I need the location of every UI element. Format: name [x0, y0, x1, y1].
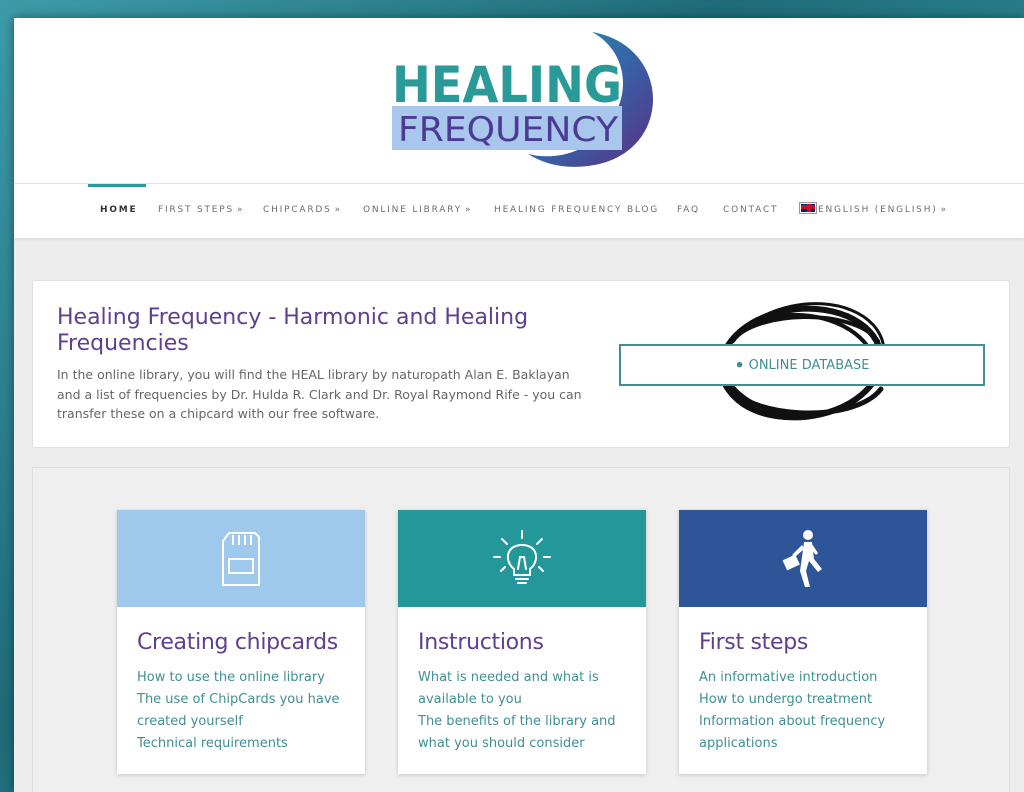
card-header [679, 510, 927, 607]
page-title: Healing Frequency - Harmonic and Healing… [57, 305, 529, 356]
walking-man-icon [782, 529, 822, 587]
nav-language[interactable]: ENGLISH (ENGLISH)» [799, 184, 947, 239]
intro-text: In the online library, you will find the… [57, 367, 582, 421]
card-link[interactable]: The use of ChipCards you have created yo… [137, 689, 352, 733]
nav-home-label: HOME [100, 205, 138, 215]
logo-graphic: HEALING FREQUENCY [392, 32, 654, 167]
nav-chipcards[interactable]: CHIPCARDS» [263, 184, 340, 239]
nav-faq[interactable]: FAQ [677, 184, 700, 239]
web-page: HEALING FREQUENCY HOME FIRST STEPS» CHIP… [14, 18, 1024, 792]
card-link[interactable]: What is needed and what is available to … [418, 667, 633, 711]
card-link[interactable]: How to undergo treatment [699, 689, 914, 711]
nav-online-library-label: ONLINE LIBRARY [363, 205, 463, 215]
card-link[interactable]: How to use the online library [137, 667, 352, 689]
main-navigation: HOME FIRST STEPS» CHIPCARDS» ONLINE LIBR… [14, 183, 1024, 238]
online-database-button-label: ONLINE DATABASE [748, 358, 870, 373]
card-title: Creating chipcards [137, 630, 338, 655]
intro-panel: Healing Frequency - Harmonic and Healing… [32, 280, 1010, 448]
chevron-down-icon: » [465, 205, 471, 215]
online-database-button[interactable]: ⚫︎ ONLINE DATABASE [619, 344, 985, 386]
logo-line2: FREQUENCY [398, 110, 618, 150]
nav-home[interactable]: HOME [100, 184, 138, 239]
nav-contact[interactable]: CONTACT [723, 184, 778, 239]
card-title: First steps [699, 630, 809, 655]
chevron-down-icon: » [334, 205, 341, 215]
card-links: How to use the online library The use of… [137, 667, 352, 755]
site-logo[interactable]: HEALING FREQUENCY [374, 26, 664, 171]
card-links: What is needed and what is available to … [418, 667, 633, 755]
logo-line1: HEALING [392, 56, 622, 114]
nav-chipcards-label: CHIPCARDS [263, 205, 332, 215]
lightbulb-icon: ⚫︎ [734, 358, 745, 372]
card-header [398, 510, 646, 607]
chevron-down-icon: » [237, 205, 243, 215]
nav-first-steps[interactable]: FIRST STEPS» [158, 184, 243, 239]
nav-language-label: ENGLISH (ENGLISH) [818, 205, 938, 215]
site-header: HEALING FREQUENCY [14, 18, 1024, 183]
card-first-steps[interactable]: First steps An informative introduction … [679, 510, 927, 774]
lightbulb-icon [493, 529, 551, 584]
card-link[interactable]: An informative introduction [699, 667, 914, 689]
card-creating-chipcards[interactable]: Creating chipcards How to use the online… [117, 510, 365, 774]
card-link[interactable]: Information about frequency applications [699, 711, 914, 755]
cards-section: Creating chipcards How to use the online… [32, 467, 1010, 792]
sd-card-icon [222, 531, 260, 586]
nav-online-library[interactable]: ONLINE LIBRARY» [363, 184, 471, 239]
nav-blog[interactable]: HEALING FREQUENCY BLOG [494, 184, 659, 239]
card-links: An informative introduction How to under… [699, 667, 914, 755]
card-instructions[interactable]: Instructions What is needed and what is … [398, 510, 646, 774]
card-link[interactable]: Technical requirements [137, 733, 352, 755]
card-title: Instructions [418, 630, 544, 655]
nav-first-steps-label: FIRST STEPS [158, 205, 234, 215]
nav-faq-label: FAQ [677, 205, 700, 215]
card-header [117, 510, 365, 607]
chevron-down-icon: » [940, 205, 947, 215]
uk-flag-icon [799, 202, 817, 214]
card-link[interactable]: The benefits of the library and what you… [418, 711, 633, 755]
nav-contact-label: CONTACT [723, 205, 779, 215]
nav-blog-label: HEALING FREQUENCY BLOG [494, 205, 660, 215]
